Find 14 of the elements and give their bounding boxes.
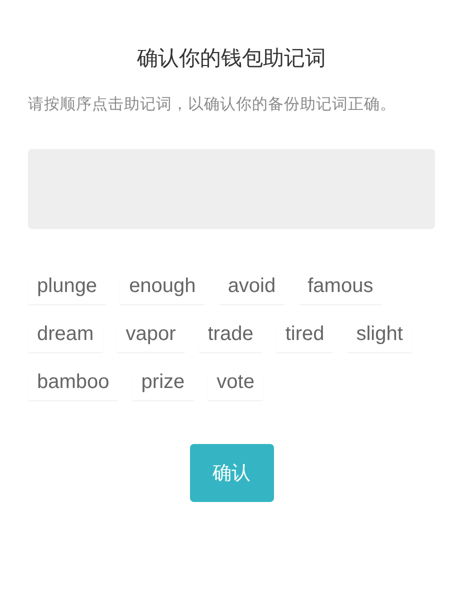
word-chip[interactable]: bamboo (28, 369, 118, 400)
word-chip[interactable]: famous (298, 273, 382, 304)
word-chip[interactable]: avoid (218, 273, 285, 304)
instruction-text: 请按顺序点击助记词，以确认你的备份助记词正确。 (28, 94, 397, 115)
word-chip[interactable]: slight (347, 321, 412, 352)
word-chip[interactable]: plunge (28, 273, 106, 304)
word-chip[interactable]: vapor (116, 321, 185, 352)
word-chip[interactable]: dream (28, 321, 103, 352)
word-chip[interactable]: vote (208, 369, 264, 400)
word-chip[interactable]: tired (276, 321, 334, 352)
word-chip[interactable]: enough (120, 273, 205, 304)
word-chip[interactable]: trade (198, 321, 262, 352)
page-title: 确认你的钱包助记词 (136, 45, 327, 72)
word-chip[interactable]: prize (132, 369, 194, 400)
